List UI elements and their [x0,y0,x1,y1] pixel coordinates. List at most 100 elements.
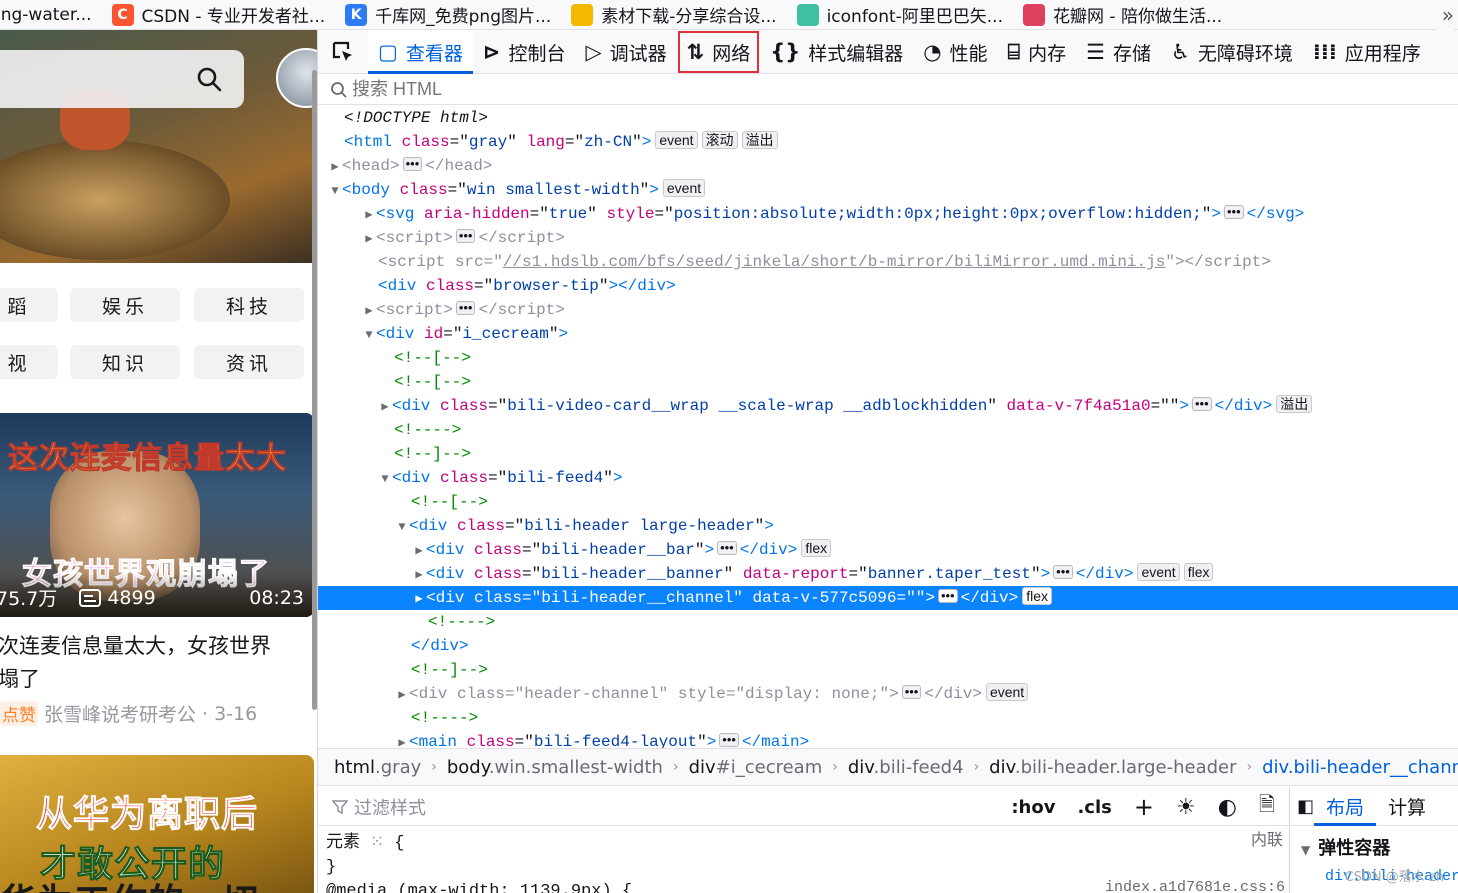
video-card-thumbnail-2[interactable]: 从华为离职后 才敢公开的 华为工作的一切 [0,755,314,893]
markup-node-html[interactable]: <html class="gray" lang="zh-CN"> event 滚动溢… [318,130,1458,154]
event-badge[interactable]: event [655,131,698,149]
markup-comment[interactable]: <!----> [318,418,1458,442]
tab-style-editor[interactable]: {} 样式编辑器 [760,30,913,74]
markup-node-header-channel-hidden[interactable]: ▶ <div class="header-channel" style="disp… [318,682,1458,706]
expand-icon[interactable]: ▶ [412,587,426,611]
bookmark-item[interactable]: 花瓣网 - 陪你做生活... [1023,0,1222,29]
bookmarks-overflow-icon[interactable]: » [1435,0,1454,30]
rules-filter-input[interactable]: 过滤样式 [354,794,426,820]
expand-icon[interactable]: ▶ [378,395,392,419]
flex-badge[interactable]: flex [1183,563,1214,581]
tab-performance[interactable]: ◔ 性能 [913,30,997,74]
tab-console[interactable]: ⊳ 控制台 [473,30,576,74]
add-rule-icon[interactable]: + [1134,793,1154,821]
cls-button[interactable]: .cls [1077,797,1111,818]
video-title-line-1[interactable]: 次连麦信息量太大，女孩世界 [0,630,312,663]
tab-memory[interactable]: ⌸ 内存 [998,30,1077,74]
tab-network[interactable]: ⇅ 网络 [677,30,761,74]
markup-node-body[interactable]: ▼ <body class="win smallest-width"> event [318,178,1458,202]
markup-view[interactable]: <!DOCTYPE html> <html class="gray" lang=… [318,106,1458,748]
collapse-icon[interactable]: ▼ [378,467,392,491]
markup-node-bili-header[interactable]: ▼ <div class="bili-header large-header"> [318,514,1458,538]
scroll-badge[interactable]: 滚动 [701,131,738,149]
markup-node-script[interactable]: ▶ <script> ••• </script> [318,226,1458,250]
markup-comment[interactable]: <!--]--> [318,442,1458,466]
collapse-icon[interactable]: ▼ [328,179,342,203]
collapse-icon[interactable]: ▼ [362,323,376,347]
light-mode-icon[interactable]: ☀ [1176,795,1196,820]
flex-container-section[interactable]: ▼ 弹性容器 [1291,826,1458,868]
breadcrumb-item[interactable]: div#i_cecream [689,757,823,778]
event-badge[interactable]: event [662,179,706,197]
category-tech[interactable]: 科技 [194,288,304,322]
event-badge[interactable]: event [1137,563,1180,581]
event-badge[interactable]: event [985,683,1029,701]
breadcrumb-item[interactable]: div.bili-header__channel [1262,757,1458,778]
markup-comment[interactable]: <!--]--> [318,658,1458,682]
tab-inspector[interactable]: ▢ 查看器 [368,30,473,74]
bookmark-item[interactable]: iconfont-阿里巴巴矢... [796,0,1003,29]
collapse-icon[interactable]: ▼ [395,515,409,539]
markup-comment[interactable]: <!--[--> [318,370,1458,394]
expand-icon[interactable]: ▶ [395,683,409,707]
markup-node-svg[interactable]: ▶ <svg aria-hidden="true" style="position… [318,202,1458,226]
category-news[interactable]: 资讯 [194,345,304,379]
category-dance[interactable]: 蹈 [0,288,58,322]
markup-node-browser-tip[interactable]: <div class="browser-tip"></div> [318,274,1458,298]
markup-node-i-cecream[interactable]: ▼ <div id="i_cecream"> [318,322,1458,346]
category-film[interactable]: 视 [0,345,58,379]
bookmark-item[interactable]: C CSDN - 专业开发者社... [111,0,325,29]
script-src-link[interactable]: //s1.hdslb.com/bfs/seed/jinkela/short/b-… [503,253,1166,271]
expand-icon[interactable]: ▶ [412,539,426,563]
flex-badge[interactable]: flex [1022,587,1052,605]
flex-badge[interactable]: flex [801,539,832,557]
markup-node-header-banner[interactable]: ▶ <div class="bili-header__banner" data-r… [318,562,1458,586]
markup-node-head[interactable]: ▶ <head> ••• </head> [318,154,1458,178]
markup-node-video-card-wrap[interactable]: ▶ <div class="bili-video-card__wrap __sca… [318,394,1458,418]
expand-icon[interactable]: ▶ [362,227,376,251]
markup-comment[interactable]: <!--[--> [318,346,1458,370]
expand-icon[interactable]: ▶ [328,155,342,179]
markup-comment[interactable]: <!----> [318,610,1458,634]
collapse-icon[interactable]: ▼ [1301,843,1310,857]
breadcrumb-item[interactable]: div.bili-feed4 [848,757,964,778]
tab-layout[interactable]: 布局 [1314,788,1377,826]
expand-icon[interactable]: ▶ [412,563,426,587]
dark-mode-icon[interactable]: ◐ [1218,795,1237,820]
video-title-line-2[interactable]: 塌了 [0,663,312,696]
print-media-icon[interactable]: 🗎 [1259,790,1275,824]
markup-comment[interactable]: <!----> [318,706,1458,730]
expand-icon[interactable]: ▶ [362,203,376,227]
markup-node-header-bar[interactable]: ▶ <div class="bili-header__bar"> ••• </div>… [318,538,1458,562]
video-author[interactable]: 张雪峰说考研考公 [44,700,196,727]
category-entertainment[interactable]: 娱乐 [70,288,180,322]
breadcrumb-item[interactable]: body.win.smallest-width [447,757,663,778]
page-scrollbar[interactable] [312,70,317,710]
breadcrumb-item[interactable]: div.bili-header.large-header [989,757,1236,778]
markup-node-script-src[interactable]: <script src="//s1.hdslb.com/bfs/seed/jin… [318,250,1458,274]
stylesheet-source-link[interactable]: index.a1d7681e.css:6 [1105,876,1285,893]
overflow-badge[interactable]: 溢出 [1276,395,1313,413]
markup-node-main-feed4-layout[interactable]: ▶ <main class="bili-feed4-layout"> ••• </ma… [318,730,1458,748]
markup-comment[interactable]: <!--[--> [318,490,1458,514]
category-knowledge[interactable]: 知识 [70,345,180,379]
markup-node-bili-feed4[interactable]: ▼ <div class="bili-feed4"> [318,466,1458,490]
tab-storage[interactable]: ☰ 存储 [1076,30,1161,74]
markup-node-doctype[interactable]: <!DOCTYPE html> [318,106,1458,130]
grid-icon[interactable]: ⁙ [370,832,384,852]
markup-node-header-channel-selected[interactable]: ▶ <div class="bili-header__channel" data-… [318,586,1458,610]
inline-source-link[interactable]: 内联 [1251,828,1283,852]
sidebar-toggle-icon[interactable]: ◧ [1297,796,1314,817]
breadcrumb-item[interactable]: html.gray [334,757,421,778]
bookmark-item[interactable]: K 千库网_免费png图片... [345,0,551,29]
hov-button[interactable]: :hov [1011,797,1055,818]
element-picker-icon[interactable] [318,30,368,74]
tab-debugger[interactable]: ▷ 调试器 [575,30,676,74]
video-title[interactable]: 次连麦信息量太大，女孩世界 塌了 [0,630,312,696]
bookmark-item[interactable]: ing-water... [0,0,92,29]
tab-application[interactable]: ⁞⁞⁞ 应用程序 [1303,30,1431,74]
video-card-thumbnail[interactable]: 这次连麦信息量太大 女孩世界观崩塌了 75.7万 4899 08:23 [0,413,314,617]
html-search-bar[interactable] [318,75,1458,105]
tab-accessibility[interactable]: ♿ 无障碍环境 [1161,30,1303,74]
html-search-input[interactable] [352,79,952,100]
